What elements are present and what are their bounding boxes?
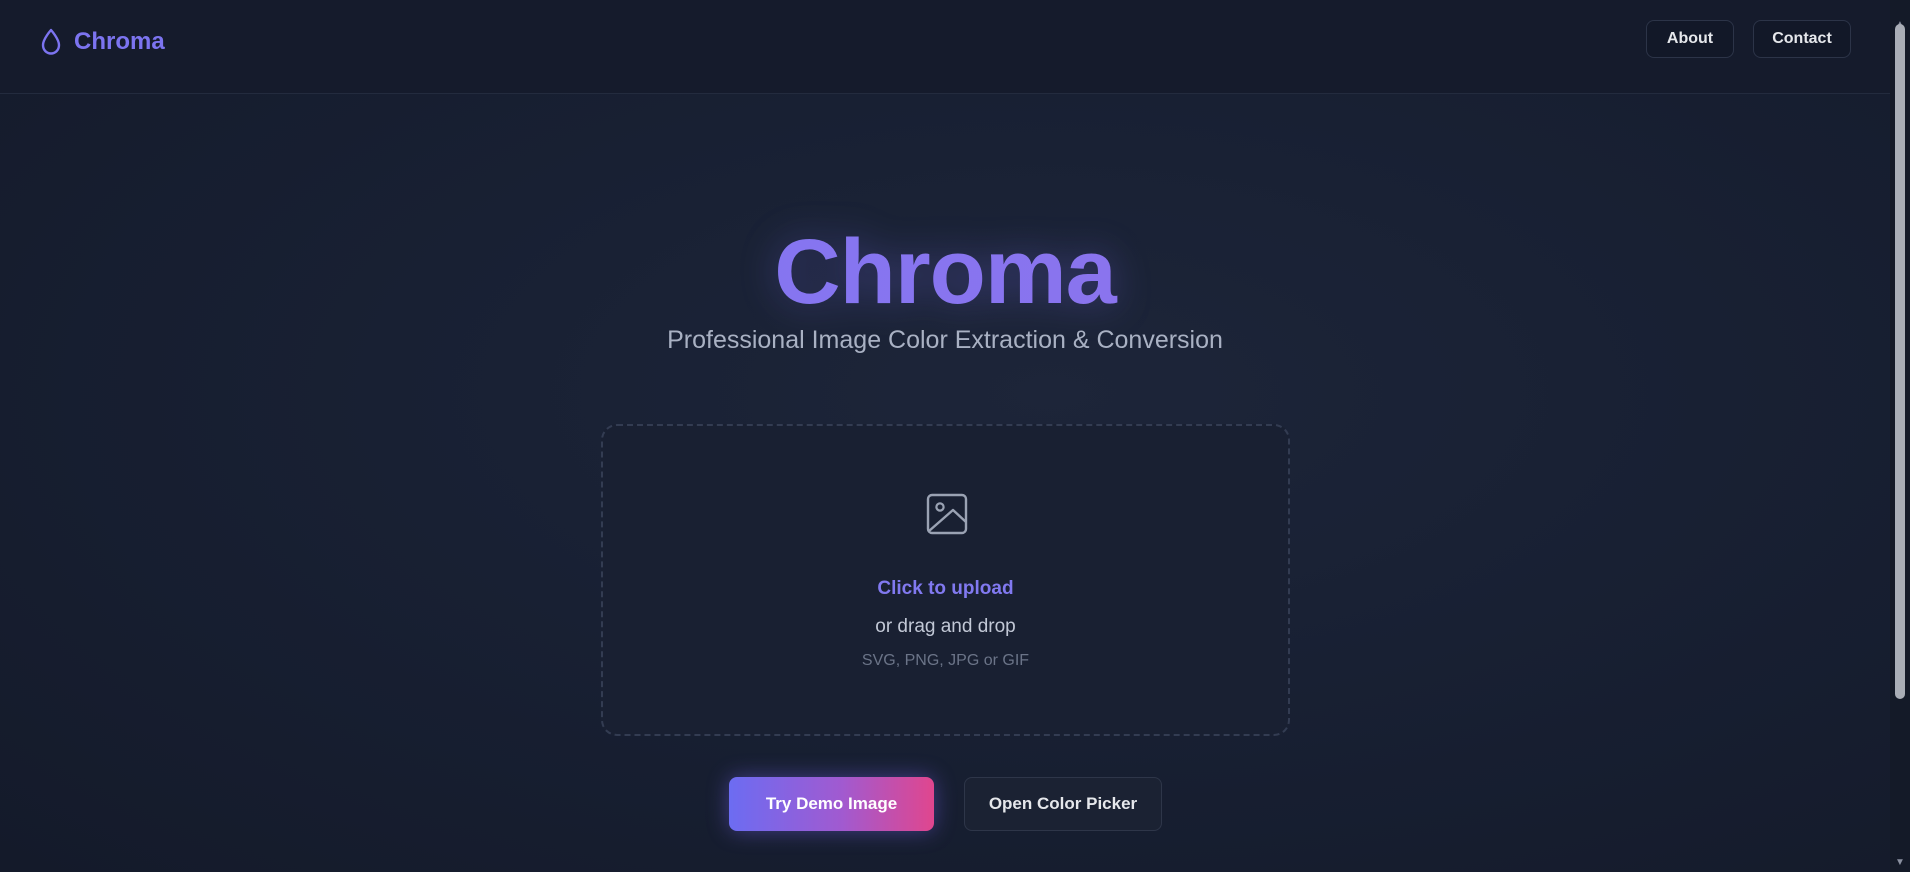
open-color-picker-button[interactable]: Open Color Picker xyxy=(964,777,1162,831)
vertical-scrollbar[interactable]: ▲ ▼ xyxy=(1890,0,1910,872)
image-icon xyxy=(925,492,969,541)
upload-dropzone[interactable]: Click to upload or drag and drop SVG, PN… xyxy=(601,424,1290,736)
brand-logo[interactable]: Chroma xyxy=(40,28,165,56)
about-button[interactable]: About xyxy=(1646,20,1734,58)
supported-formats-text: SVG, PNG, JPG or GIF xyxy=(861,652,1030,669)
contact-button[interactable]: Contact xyxy=(1753,20,1851,58)
click-to-upload-link[interactable]: Click to upload xyxy=(603,578,1288,600)
hero-subtitle: Professional Image Color Extraction & Co… xyxy=(667,326,1223,354)
brand-name: Chroma xyxy=(74,28,165,55)
try-demo-image-button[interactable]: Try Demo Image xyxy=(729,777,934,831)
droplet-icon xyxy=(40,28,62,56)
hero-title: Chroma xyxy=(0,212,1890,332)
drag-drop-text: or drag and drop xyxy=(875,616,1016,637)
top-header: Chroma About Contact xyxy=(0,0,1890,94)
page: Chroma About Contact Chroma Professional… xyxy=(0,0,1910,872)
scrollbar-thumb[interactable] xyxy=(1895,24,1905,699)
scroll-down-arrow-icon[interactable]: ▼ xyxy=(1890,854,1910,872)
